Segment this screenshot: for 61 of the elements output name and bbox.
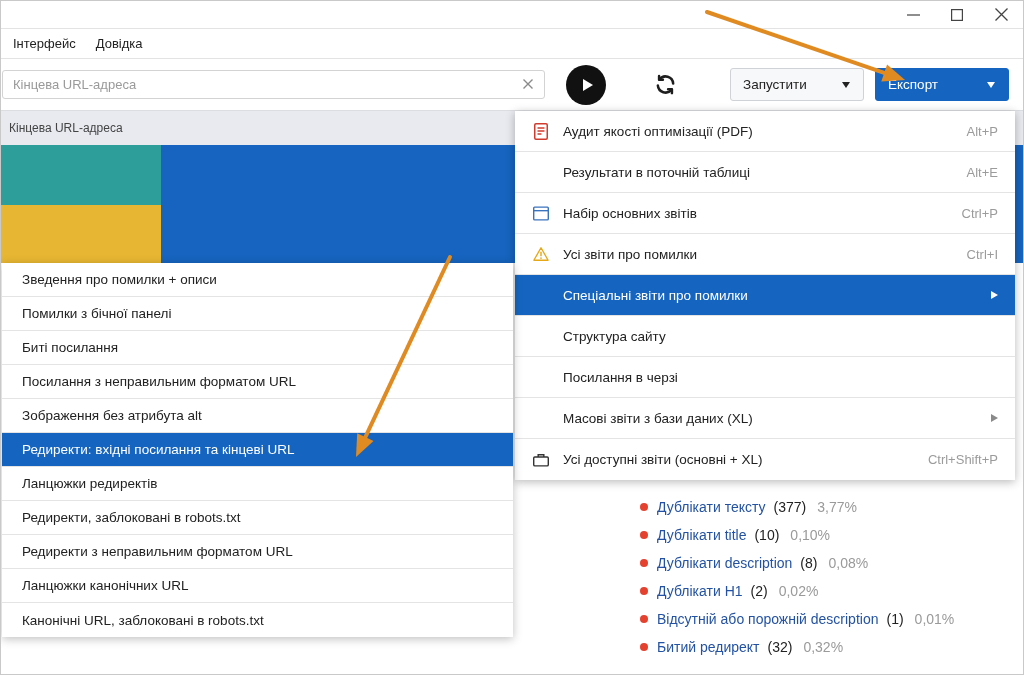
issue-link[interactable]: Битий редирект	[657, 639, 760, 655]
export-button[interactable]: Експорт	[875, 68, 1009, 101]
run-button[interactable]: Запустити	[730, 68, 864, 101]
issue-share: 0,10%	[790, 527, 831, 543]
issue-count: (1)	[886, 611, 904, 627]
close-icon[interactable]	[994, 8, 1008, 21]
issue-share: 0,32%	[803, 639, 844, 655]
menu-item[interactable]: Усі доступні звіти (основні + XL) Ctrl+Shift+P	[515, 439, 1015, 480]
submenu-item[interactable]: Помилки з бічної панелі	[2, 297, 513, 331]
issue-link[interactable]: Відсутній або порожній description	[657, 611, 879, 627]
menu-item[interactable]: Масові звіти з бази даних (XL)	[515, 398, 1015, 439]
menu-item[interactable]: Структура сайту	[515, 316, 1015, 357]
submenu-item[interactable]: Зведення про помилки + описи	[2, 263, 513, 297]
shortcut-text: Ctrl+P	[961, 205, 998, 221]
submenu-item[interactable]: Редиректи, заблоковані в robots.txt	[2, 501, 513, 535]
menu-item[interactable]: Спеціальні звіти про помилки	[515, 275, 1015, 316]
play-button[interactable]	[566, 64, 606, 105]
menu-item[interactable]: Аудит якості оптимізації (PDF) Alt+P	[515, 111, 1015, 152]
menu-bar-item[interactable]: Довідка	[85, 31, 153, 56]
submenu-item[interactable]: Редиректи: вхідні посилання та кінцеві URL	[2, 433, 513, 467]
briefcase-icon	[533, 452, 549, 467]
issue-link[interactable]: Дублікати title	[657, 527, 747, 543]
issue-link[interactable]: Дублікати H1	[657, 583, 743, 599]
issue-link[interactable]: Дублікати тексту	[657, 499, 766, 515]
submenu-item[interactable]: Ланцюжки канонічних URL	[2, 569, 513, 603]
issue-count: (8)	[800, 555, 818, 571]
shortcut-text: Ctrl+I	[966, 246, 998, 262]
shortcut-text: Alt+E	[966, 164, 998, 180]
caret-icon	[987, 81, 995, 88]
minimize-icon[interactable]	[906, 13, 920, 16]
menu-item[interactable]: Набір основних звітів Ctrl+P	[515, 193, 1015, 234]
issue-count: (10)	[754, 527, 780, 543]
menu-item[interactable]: Результати в поточній таблиці Alt+E	[515, 152, 1015, 193]
menu-bar-item[interactable]: Інтерфейс	[3, 31, 86, 56]
issue-count: (2)	[750, 583, 768, 599]
submenu-item[interactable]: Зображення без атрибута alt	[2, 399, 513, 433]
issue-share: 0,08%	[828, 555, 869, 571]
window-icon	[533, 205, 549, 221]
caret-icon	[842, 81, 850, 88]
warning-icon	[533, 246, 549, 262]
issue-count: (32)	[767, 639, 793, 655]
clear-icon[interactable]	[523, 79, 533, 89]
shortcut-text: Alt+P	[966, 123, 998, 139]
submenu-item[interactable]: Посилання з неправильним форматом URL	[2, 365, 513, 399]
search-field[interactable]: Кінцева URL-адреса	[2, 70, 545, 99]
issue-count: (377)	[773, 499, 807, 515]
issue-link[interactable]: Дублікати description	[657, 555, 793, 571]
play-icon	[582, 78, 593, 91]
issue-share: 0,02%	[778, 583, 819, 599]
document-icon	[534, 122, 548, 140]
submenu-item[interactable]: Ланцюжки редиректів	[2, 467, 513, 501]
menu-item[interactable]: Посилання в черзі	[515, 357, 1015, 398]
submenu-item[interactable]: Редиректи з неправильним форматом URL	[2, 535, 513, 569]
issue-share: 3,77%	[817, 499, 857, 515]
refresh-icon[interactable]	[654, 73, 677, 96]
issue-share: 0,01%	[914, 611, 955, 627]
menu-item[interactable]: Усі звіти про помилки Ctrl+I	[515, 234, 1015, 275]
submenu-item[interactable]: Биті посилання	[2, 331, 513, 365]
maximize-icon[interactable]	[951, 8, 963, 21]
submenu-item[interactable]: Канонічні URL, заблоковані в robots.txt	[2, 603, 513, 637]
shortcut-text: Ctrl+Shift+P	[927, 452, 998, 467]
